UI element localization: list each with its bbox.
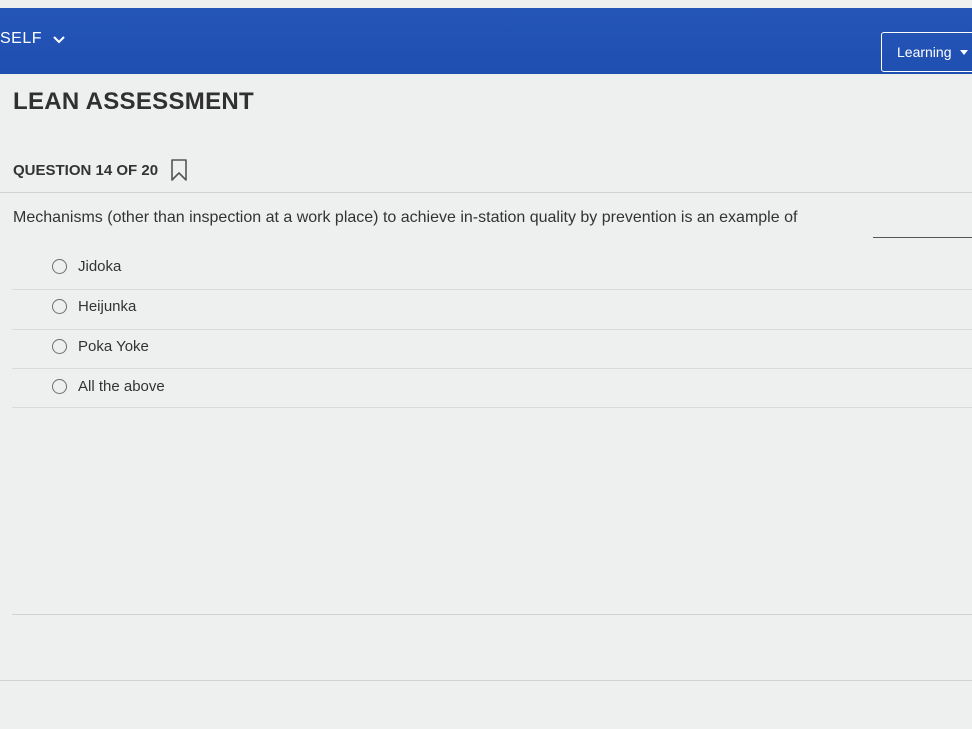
radio-button[interactable]: [52, 339, 67, 354]
caret-down-icon: [959, 49, 968, 55]
chevron-down-icon: [53, 36, 65, 44]
option-label: Heijunka: [78, 298, 137, 315]
top-navigation-bar: SELF Learning: [0, 8, 972, 74]
answer-blank: [873, 237, 972, 238]
page: SELF Learning LEAN ASSESSMENT QUESTION 1…: [0, 0, 972, 729]
option-divider: [12, 289, 972, 290]
radio-button[interactable]: [52, 379, 67, 394]
question-counter: QUESTION 14 OF 20: [13, 161, 159, 179]
option-jidoka[interactable]: Jidoka: [52, 258, 121, 275]
radio-button[interactable]: [52, 299, 67, 314]
option-heijunka[interactable]: Heijunka: [52, 298, 136, 315]
option-divider: [12, 368, 972, 369]
page-title: LEAN ASSESSMENT: [13, 88, 254, 115]
option-poka-yoke[interactable]: Poka Yoke: [52, 338, 149, 355]
radio-button[interactable]: [52, 259, 67, 274]
option-divider: [12, 329, 972, 330]
question-divider: [0, 192, 972, 193]
bookmark-icon[interactable]: [170, 158, 188, 182]
question-header: QUESTION 14 OF 20: [13, 158, 188, 182]
brand-label: SELF: [0, 30, 43, 47]
option-label: All the above: [78, 378, 165, 395]
option-all-the-above[interactable]: All the above: [52, 378, 165, 395]
option-label: Jidoka: [78, 258, 122, 275]
footer-divider: [0, 680, 972, 681]
option-label: Poka Yoke: [78, 338, 149, 355]
brand-menu[interactable]: SELF: [0, 30, 66, 48]
learning-label: Learning: [897, 44, 952, 60]
footer-divider: [12, 614, 972, 615]
learning-dropdown-button[interactable]: Learning: [881, 32, 972, 72]
question-text: Mechanisms (other than inspection at a w…: [13, 209, 798, 226]
option-divider: [12, 407, 972, 408]
